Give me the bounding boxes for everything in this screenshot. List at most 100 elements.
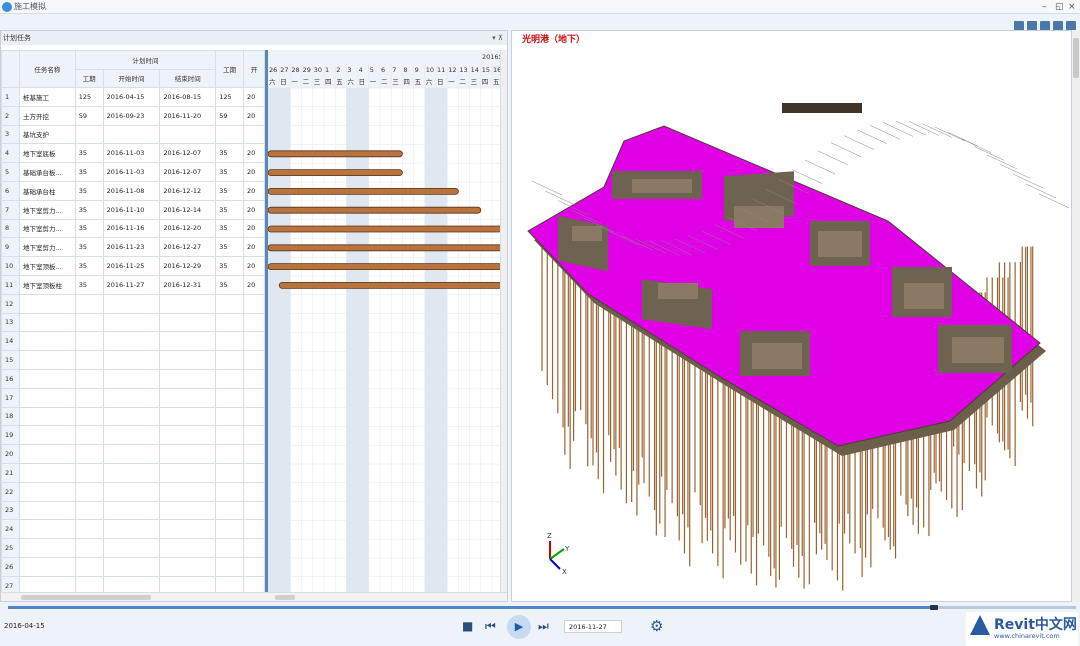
right-scroll-thumb[interactable] bbox=[1073, 38, 1079, 78]
gantt-chart[interactable]: 26 六 27 日 28 一 29 二 30 三 1 四 2 五 3 六 4 日 5 一 6 二 7 三 8 四 9 五 10 六 11 日 1… bbox=[265, 50, 502, 595]
end-date-cell[interactable]: 2016-12-07 bbox=[159, 162, 217, 182]
table-row[interactable]: 5 基础承台板... 35 2016-11-03 2016-12-07 35 20 bbox=[1, 162, 265, 182]
start-date-cell[interactable] bbox=[102, 425, 161, 446]
task-name[interactable]: 土方开挖 bbox=[18, 105, 76, 126]
duration2[interactable]: 35 bbox=[215, 256, 245, 276]
start-header[interactable]: 开始时间 bbox=[102, 68, 161, 88]
duration[interactable]: 35 bbox=[74, 237, 104, 258]
start2[interactable] bbox=[243, 538, 265, 558]
end-date-cell[interactable]: 2016-12-12 bbox=[159, 180, 217, 201]
task-name[interactable] bbox=[18, 331, 76, 352]
task-name[interactable]: 地下室剪力... bbox=[18, 237, 76, 258]
table-row[interactable]: 1 桩基施工 125 2016-04-15 2016-08-15 125 20 bbox=[1, 87, 265, 107]
start-date-cell[interactable]: 2016-11-08 bbox=[102, 180, 161, 201]
start2[interactable]: 20 bbox=[243, 105, 265, 126]
end-header[interactable]: 结束时间 bbox=[159, 68, 217, 88]
duration2[interactable] bbox=[215, 462, 245, 483]
duration2[interactable] bbox=[215, 481, 245, 502]
task-name[interactable] bbox=[18, 462, 76, 483]
task-name[interactable]: 地下室剪力... bbox=[18, 199, 76, 220]
end-date-cell[interactable] bbox=[159, 387, 217, 408]
duration2[interactable]: 35 bbox=[215, 180, 245, 201]
task-name[interactable] bbox=[18, 556, 76, 577]
task-name[interactable] bbox=[18, 368, 76, 389]
task-name[interactable] bbox=[18, 406, 76, 427]
duration2[interactable]: 35 bbox=[215, 218, 245, 239]
duration2[interactable] bbox=[215, 406, 245, 427]
duration2[interactable]: 35 bbox=[215, 143, 245, 164]
task-name[interactable]: 地下室剪力... bbox=[18, 218, 76, 239]
end-date-cell[interactable] bbox=[159, 444, 217, 464]
duration2[interactable] bbox=[215, 425, 245, 446]
end-date-cell[interactable]: 2016-12-20 bbox=[159, 218, 217, 239]
start2[interactable] bbox=[243, 406, 265, 427]
start-date-cell[interactable] bbox=[102, 331, 161, 352]
duration[interactable] bbox=[74, 312, 104, 333]
start2[interactable] bbox=[243, 519, 265, 540]
task-name[interactable] bbox=[18, 425, 76, 446]
task-name[interactable] bbox=[18, 500, 76, 521]
duration2[interactable]: 125 bbox=[215, 87, 245, 107]
table-row[interactable]: 4 地下室底板 35 2016-11-03 2016-12-07 35 20 bbox=[1, 143, 265, 164]
start-date-cell[interactable] bbox=[102, 312, 161, 333]
duration[interactable] bbox=[74, 350, 104, 370]
duration[interactable]: 59 bbox=[74, 105, 104, 126]
duration[interactable] bbox=[74, 462, 104, 483]
duration2[interactable] bbox=[215, 350, 245, 370]
duration2[interactable]: 59 bbox=[215, 105, 245, 126]
duration[interactable] bbox=[74, 425, 104, 446]
start2[interactable] bbox=[243, 462, 265, 483]
duration2[interactable] bbox=[215, 124, 245, 145]
duration[interactable] bbox=[74, 387, 104, 408]
table-row[interactable]: 22 bbox=[1, 481, 265, 502]
end-date-cell[interactable]: 2016-12-29 bbox=[159, 256, 217, 276]
start2[interactable] bbox=[243, 350, 265, 370]
table-row[interactable]: 10 地下室顶板... 35 2016-11-25 2016-12-29 35 20 bbox=[1, 256, 265, 276]
3d-view-panel[interactable]: 光明港（地下） Z Y X bbox=[511, 30, 1072, 602]
task-name[interactable]: 基础承台板... bbox=[18, 162, 76, 182]
table-row[interactable]: 8 地下室剪力... 35 2016-11-16 2016-12-20 35 20 bbox=[1, 218, 265, 239]
end-date-cell[interactable] bbox=[159, 519, 217, 540]
start-date-cell[interactable]: 2016-11-10 bbox=[102, 199, 161, 220]
start2[interactable]: 20 bbox=[243, 218, 265, 239]
start-date-cell[interactable] bbox=[102, 124, 161, 145]
duration[interactable]: 35 bbox=[74, 162, 104, 182]
duration2[interactable]: 35 bbox=[215, 274, 245, 295]
start-date-cell[interactable] bbox=[102, 350, 161, 370]
start2[interactable] bbox=[243, 331, 265, 352]
duration2[interactable]: 35 bbox=[215, 237, 245, 258]
settings-gear-icon[interactable]: ⚙ bbox=[650, 617, 663, 635]
end-date-cell[interactable] bbox=[159, 556, 217, 577]
start2[interactable]: 20 bbox=[243, 199, 265, 220]
end-date-cell[interactable]: 2016-11-20 bbox=[159, 105, 217, 126]
start-date-cell[interactable] bbox=[102, 444, 161, 464]
end-date-cell[interactable]: 2016-12-14 bbox=[159, 199, 217, 220]
end-date-cell[interactable] bbox=[159, 368, 217, 389]
duration[interactable] bbox=[74, 124, 104, 145]
duration[interactable]: 35 bbox=[74, 256, 104, 276]
end-date-cell[interactable] bbox=[159, 293, 217, 314]
start2[interactable]: 20 bbox=[243, 162, 265, 182]
table-row[interactable]: 7 地下室剪力... 35 2016-11-10 2016-12-14 35 20 bbox=[1, 199, 265, 220]
table-row[interactable]: 18 bbox=[1, 406, 265, 427]
duration[interactable] bbox=[74, 500, 104, 521]
task-name[interactable]: 地下室顶板柱 bbox=[18, 274, 76, 295]
start2-header[interactable]: 开 bbox=[243, 50, 265, 88]
duration2-header[interactable]: 工期 bbox=[215, 50, 245, 88]
panel-pin-icon[interactable]: ▾ ⊼ bbox=[492, 31, 503, 45]
duration2[interactable] bbox=[215, 293, 245, 314]
table-row[interactable]: 14 bbox=[1, 331, 265, 352]
start2[interactable] bbox=[243, 293, 265, 314]
duration2[interactable] bbox=[215, 368, 245, 389]
duration2[interactable] bbox=[215, 538, 245, 558]
table-row[interactable]: 23 bbox=[1, 500, 265, 521]
gantt-bar[interactable] bbox=[268, 188, 459, 195]
table-row[interactable]: 3 基坑支护 bbox=[1, 124, 265, 145]
gantt-bar[interactable] bbox=[268, 263, 502, 270]
start2[interactable] bbox=[243, 425, 265, 446]
duration[interactable] bbox=[74, 293, 104, 314]
end-date-cell[interactable] bbox=[159, 538, 217, 558]
gantt-bar[interactable] bbox=[268, 244, 502, 252]
task-name[interactable]: 地下室顶板... bbox=[18, 256, 76, 276]
start-date-cell[interactable] bbox=[102, 519, 161, 540]
